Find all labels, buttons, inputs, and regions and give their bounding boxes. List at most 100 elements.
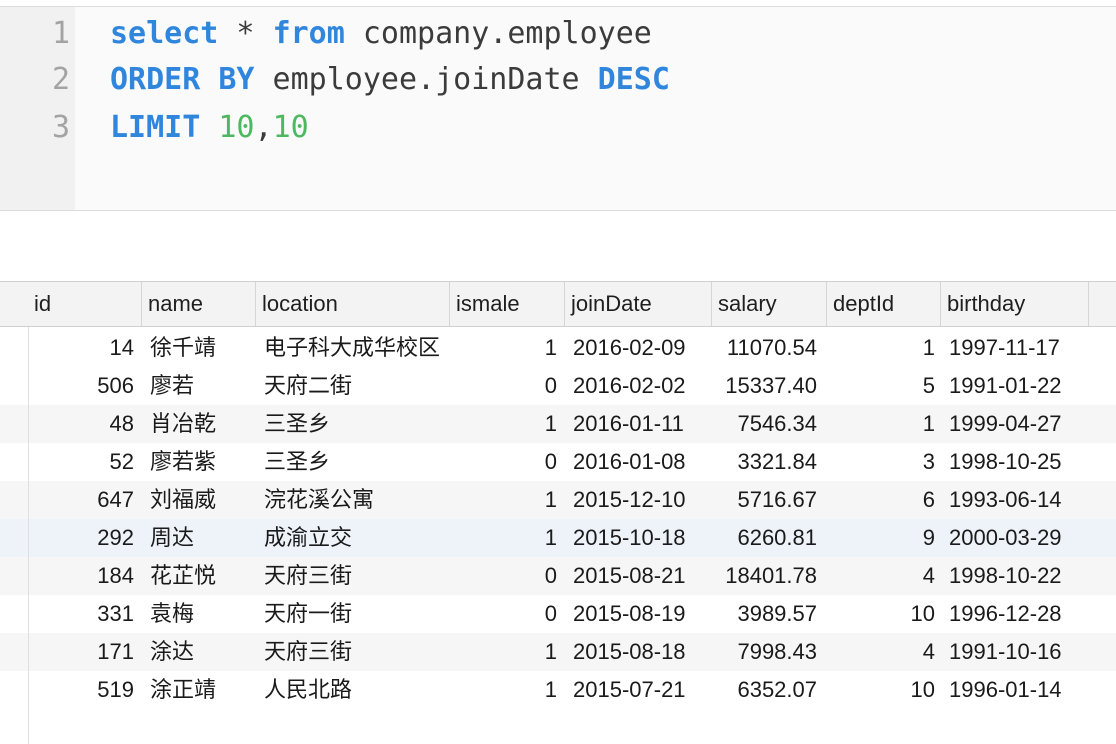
cell-id[interactable]: 52 <box>28 443 142 481</box>
cell-name[interactable]: 肖冶乾 <box>142 405 256 443</box>
column-header-ismale[interactable]: ismale <box>450 282 565 326</box>
cell-ismale[interactable]: 1 <box>450 405 565 443</box>
cell-name[interactable]: 涂达 <box>142 633 256 671</box>
cell-joindate[interactable]: 2015-08-18 <box>565 633 712 671</box>
column-header-id[interactable]: id <box>28 282 142 326</box>
cell-joindate[interactable]: 2015-08-19 <box>565 595 712 633</box>
cell-id[interactable]: 184 <box>28 557 142 595</box>
table-row[interactable]: 331 袁梅 天府一街 0 2015-08-19 3989.57 10 1996-12-28 <box>0 595 1116 633</box>
cell-deptid[interactable]: 9 <box>827 519 941 557</box>
cell-birthday[interactable]: 1993-06-14 <box>941 481 1089 519</box>
cell-deptid[interactable]: 10 <box>827 595 941 633</box>
cell-location[interactable]: 三圣乡 <box>256 443 450 481</box>
cell-id[interactable]: 171 <box>28 633 142 671</box>
column-header-birthday[interactable]: birthday <box>941 282 1089 326</box>
code-line[interactable]: LIMIT 10,10 <box>110 105 309 151</box>
cell-deptid[interactable]: 4 <box>827 633 941 671</box>
cell-id[interactable]: 14 <box>28 329 142 367</box>
table-row[interactable]: 506 廖若 天府二街 0 2016-02-02 15337.40 5 1991-01-22 <box>0 367 1116 405</box>
cell-ismale[interactable]: 0 <box>450 367 565 405</box>
cell-name[interactable]: 廖若紫 <box>142 443 256 481</box>
column-header-joindate[interactable]: joinDate <box>565 282 712 326</box>
cell-joindate[interactable]: 2015-07-21 <box>565 671 712 709</box>
column-header-location[interactable]: location <box>256 282 450 326</box>
cell-salary[interactable]: 3321.84 <box>712 443 827 481</box>
cell-birthday[interactable]: 1998-10-25 <box>941 443 1089 481</box>
cell-joindate[interactable]: 2015-08-21 <box>565 557 712 595</box>
column-header-salary[interactable]: salary <box>712 282 827 326</box>
cell-name[interactable]: 徐千靖 <box>142 329 256 367</box>
cell-deptid[interactable]: 5 <box>827 367 941 405</box>
cell-id[interactable]: 331 <box>28 595 142 633</box>
cell-name[interactable]: 花芷悦 <box>142 557 256 595</box>
cell-ismale[interactable]: 1 <box>450 519 565 557</box>
cell-id[interactable]: 506 <box>28 367 142 405</box>
cell-joindate[interactable]: 2016-01-08 <box>565 443 712 481</box>
cell-location[interactable]: 天府二街 <box>256 367 450 405</box>
cell-birthday[interactable]: 1998-10-22 <box>941 557 1089 595</box>
column-header-deptid[interactable]: deptId <box>827 282 941 326</box>
cell-joindate[interactable]: 2016-02-02 <box>565 367 712 405</box>
cell-ismale[interactable]: 1 <box>450 481 565 519</box>
cell-id[interactable]: 292 <box>28 519 142 557</box>
code-line[interactable]: ORDER BY employee.joinDate DESC <box>110 57 670 103</box>
cell-deptid[interactable]: 6 <box>827 481 941 519</box>
cell-deptid[interactable]: 10 <box>827 671 941 709</box>
sql-editor[interactable]: 1 select * from company.employee 2 ORDER BY… <box>0 6 1116 211</box>
cell-birthday[interactable]: 1999-04-27 <box>941 405 1089 443</box>
cell-ismale[interactable]: 1 <box>450 329 565 367</box>
cell-name[interactable]: 涂正靖 <box>142 671 256 709</box>
cell-deptid[interactable]: 1 <box>827 405 941 443</box>
cell-id[interactable]: 519 <box>28 671 142 709</box>
cell-salary[interactable]: 3989.57 <box>712 595 827 633</box>
column-header-name[interactable]: name <box>142 282 256 326</box>
table-row[interactable]: 647 刘福威 浣花溪公寓 1 2015-12-10 5716.67 6 1993-06-14 <box>0 481 1116 519</box>
cell-ismale[interactable]: 0 <box>450 557 565 595</box>
table-row[interactable]: 184 花芷悦 天府三街 0 2015-08-21 18401.78 4 1998-10-22 <box>0 557 1116 595</box>
code-line[interactable]: select * from company.employee <box>110 11 652 57</box>
cell-joindate[interactable]: 2015-12-10 <box>565 481 712 519</box>
cell-location[interactable]: 天府三街 <box>256 557 450 595</box>
cell-ismale[interactable]: 0 <box>450 595 565 633</box>
table-row[interactable]: 14 徐千靖 电子科大成华校区 1 2016-02-09 11070.54 1 1997-11… <box>0 329 1116 367</box>
cell-salary[interactable]: 6260.81 <box>712 519 827 557</box>
cell-name[interactable]: 廖若 <box>142 367 256 405</box>
cell-salary[interactable]: 5716.67 <box>712 481 827 519</box>
cell-salary[interactable]: 7998.43 <box>712 633 827 671</box>
cell-ismale[interactable]: 1 <box>450 671 565 709</box>
cell-location[interactable]: 三圣乡 <box>256 405 450 443</box>
cell-joindate[interactable]: 2015-10-18 <box>565 519 712 557</box>
cell-birthday[interactable]: 1997-11-17 <box>941 329 1089 367</box>
cell-birthday[interactable]: 2000-03-29 <box>941 519 1089 557</box>
cell-location[interactable]: 人民北路 <box>256 671 450 709</box>
cell-location[interactable]: 浣花溪公寓 <box>256 481 450 519</box>
cell-salary[interactable]: 6352.07 <box>712 671 827 709</box>
cell-deptid[interactable]: 1 <box>827 329 941 367</box>
cell-salary[interactable]: 7546.34 <box>712 405 827 443</box>
cell-deptid[interactable]: 4 <box>827 557 941 595</box>
cell-joindate[interactable]: 2016-01-11 <box>565 405 712 443</box>
cell-salary[interactable]: 11070.54 <box>712 329 827 367</box>
cell-birthday[interactable]: 1996-12-28 <box>941 595 1089 633</box>
cell-id[interactable]: 48 <box>28 405 142 443</box>
table-row[interactable]: 292 周达 成渝立交 1 2015-10-18 6260.81 9 2000-03-29 <box>0 519 1116 557</box>
table-row[interactable]: 48 肖冶乾 三圣乡 1 2016-01-11 7546.34 1 1999-04-27 <box>0 405 1116 443</box>
cell-location[interactable]: 天府三街 <box>256 633 450 671</box>
cell-name[interactable]: 刘福威 <box>142 481 256 519</box>
cell-name[interactable]: 袁梅 <box>142 595 256 633</box>
cell-birthday[interactable]: 1991-10-16 <box>941 633 1089 671</box>
cell-joindate[interactable]: 2016-02-09 <box>565 329 712 367</box>
cell-ismale[interactable]: 0 <box>450 443 565 481</box>
cell-deptid[interactable]: 3 <box>827 443 941 481</box>
table-row[interactable]: 52 廖若紫 三圣乡 0 2016-01-08 3321.84 3 1998-10-25 <box>0 443 1116 481</box>
cell-salary[interactable]: 18401.78 <box>712 557 827 595</box>
cell-ismale[interactable]: 1 <box>450 633 565 671</box>
cell-location[interactable]: 电子科大成华校区 <box>256 329 450 367</box>
cell-name[interactable]: 周达 <box>142 519 256 557</box>
results-grid[interactable]: 14 徐千靖 电子科大成华校区 1 2016-02-09 11070.54 1 1997-11… <box>0 329 1116 709</box>
cell-birthday[interactable]: 1991-01-22 <box>941 367 1089 405</box>
cell-birthday[interactable]: 1996-01-14 <box>941 671 1089 709</box>
cell-salary[interactable]: 15337.40 <box>712 367 827 405</box>
table-row[interactable]: 171 涂达 天府三街 1 2015-08-18 7998.43 4 1991-10-16 <box>0 633 1116 671</box>
cell-location[interactable]: 天府一街 <box>256 595 450 633</box>
